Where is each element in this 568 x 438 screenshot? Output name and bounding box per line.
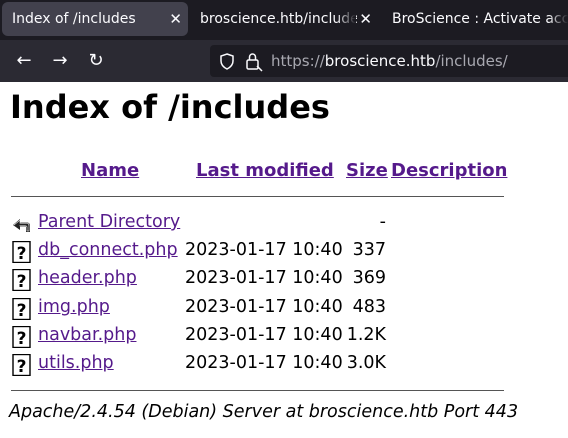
close-tab-icon[interactable]: ✕: [169, 2, 182, 36]
file-link[interactable]: utils.php: [38, 353, 114, 373]
file-date: 2023-01-17 10:40: [185, 297, 343, 317]
parent-directory-link[interactable]: Parent Directory: [38, 212, 180, 232]
tab-broscience-includes[interactable]: broscience.htb/includes/ ✕: [190, 0, 378, 38]
column-header-description[interactable]: Description: [391, 160, 507, 181]
file-size: 1.2K: [346, 325, 386, 345]
reload-icon[interactable]: ↻: [83, 48, 109, 74]
unknown-file-icon: ?: [11, 240, 33, 264]
unknown-file-icon: ?: [11, 325, 33, 349]
file-date: 2023-01-17 10:40: [185, 240, 343, 260]
page-title: Index of /includes: [10, 88, 330, 126]
tab-title: BroScience : Activate account: [392, 11, 568, 27]
page-content: Index of /includes Name Last modified Si…: [0, 82, 568, 438]
file-size: 337: [352, 240, 386, 260]
close-tab-icon[interactable]: ✕: [357, 0, 372, 38]
unknown-file-icon: ?: [11, 297, 33, 321]
tab-index-of-includes[interactable]: Index of /includes ✕: [2, 2, 188, 36]
svg-text:?: ?: [17, 301, 27, 320]
column-header-size[interactable]: Size: [346, 160, 388, 181]
list-item: ? header.php 2023-01-17 10:40 369: [0, 268, 568, 294]
svg-text:?: ?: [17, 357, 27, 376]
column-header-last-modified[interactable]: Last modified: [196, 160, 334, 181]
list-item: ? db_connect.php 2023-01-17 10:40 337: [0, 240, 568, 266]
unknown-file-icon: ?: [11, 353, 33, 377]
server-signature: Apache/2.4.54 (Debian) Server at broscie…: [9, 402, 519, 422]
svg-text:?: ?: [17, 272, 27, 291]
tab-strip: Index of /includes ✕ broscience.htb/incl…: [0, 0, 568, 40]
file-date: 2023-01-17 10:40: [185, 353, 343, 373]
file-date: 2023-01-17 10:40: [185, 268, 343, 288]
file-link[interactable]: img.php: [38, 297, 110, 317]
tab-title: Index of /includes: [12, 11, 136, 27]
url-scheme: https://: [271, 52, 325, 70]
url-text: https://broscience.htb/includes/: [271, 45, 508, 77]
lock-icon[interactable]: [244, 45, 264, 77]
address-bar[interactable]: https://broscience.htb/includes/: [210, 45, 568, 77]
unknown-file-icon: ?: [11, 268, 33, 292]
file-size: -: [379, 212, 386, 232]
tracking-protection-shield-icon[interactable]: [219, 45, 235, 77]
file-size: 483: [352, 297, 386, 317]
file-size: 369: [352, 268, 386, 288]
tab-activate-account[interactable]: BroScience : Activate account: [382, 0, 568, 38]
file-link[interactable]: header.php: [38, 268, 137, 288]
file-date: 2023-01-17 10:40: [185, 325, 343, 345]
url-path: /includes/: [435, 52, 508, 70]
list-item: ? img.php 2023-01-17 10:40 483: [0, 297, 568, 323]
file-link[interactable]: db_connect.php: [38, 240, 178, 260]
back-arrow-icon: [11, 213, 33, 235]
svg-text:?: ?: [17, 329, 27, 348]
list-item: ? navbar.php 2023-01-17 10:40 1.2K: [0, 325, 568, 351]
divider: [11, 196, 504, 197]
svg-text:?: ?: [17, 244, 27, 263]
column-header-name[interactable]: Name: [81, 160, 139, 181]
url-host: broscience.htb: [324, 52, 436, 70]
list-item-parent-directory: Parent Directory -: [0, 212, 568, 238]
back-icon[interactable]: ←: [11, 48, 37, 74]
divider: [11, 390, 504, 391]
forward-icon[interactable]: →: [47, 48, 73, 74]
list-item: ? utils.php 2023-01-17 10:40 3.0K: [0, 353, 568, 379]
file-size: 3.0K: [346, 353, 386, 373]
file-link[interactable]: navbar.php: [38, 325, 136, 345]
